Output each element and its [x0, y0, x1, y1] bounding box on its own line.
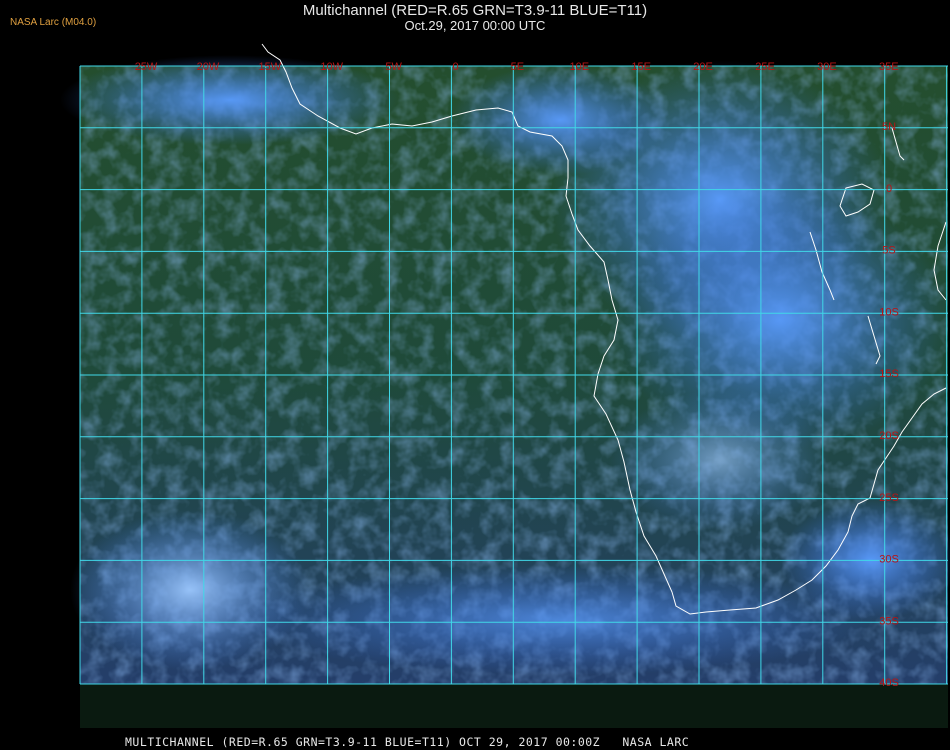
longitude-label: 10E	[570, 61, 590, 73]
longitude-label: 25W	[135, 61, 158, 73]
longitude-label: 30E	[817, 61, 837, 73]
longitude-label: 5W	[385, 61, 402, 73]
latitude-label: 10S	[879, 306, 899, 318]
longitude-label: 25E	[755, 61, 775, 73]
latitude-label: 20S	[879, 430, 899, 442]
cloud-layer	[60, 55, 950, 684]
latitude-label: 5S	[882, 245, 895, 257]
longitude-label: 15E	[631, 61, 651, 73]
latitude-label: 40S	[879, 677, 899, 689]
longitude-label: 20W	[197, 61, 220, 73]
latitude-label: 0	[886, 183, 892, 195]
longitude-label: 20E	[693, 61, 713, 73]
footer-caption: MULTICHANNEL (RED=R.65 GRN=T3.9-11 BLUE=…	[125, 735, 690, 749]
satellite-map[interactable]: 25W 20W 15W 10W 5W 0 5E 10E 15E 20E 25E 30E 35E 5N 0 5…	[0, 0, 950, 750]
longitude-label: 10W	[320, 61, 343, 73]
longitude-label: 35E	[879, 61, 899, 73]
longitude-label: 15W	[258, 61, 281, 73]
latitude-label: 30S	[879, 554, 899, 566]
latitude-label: 35S	[879, 615, 899, 627]
longitude-label: 5E	[511, 61, 524, 73]
latitude-label: 15S	[879, 368, 899, 380]
latitude-label: 25S	[879, 492, 899, 504]
longitude-label: 0	[452, 61, 458, 73]
latitude-label: 5N	[882, 121, 896, 133]
